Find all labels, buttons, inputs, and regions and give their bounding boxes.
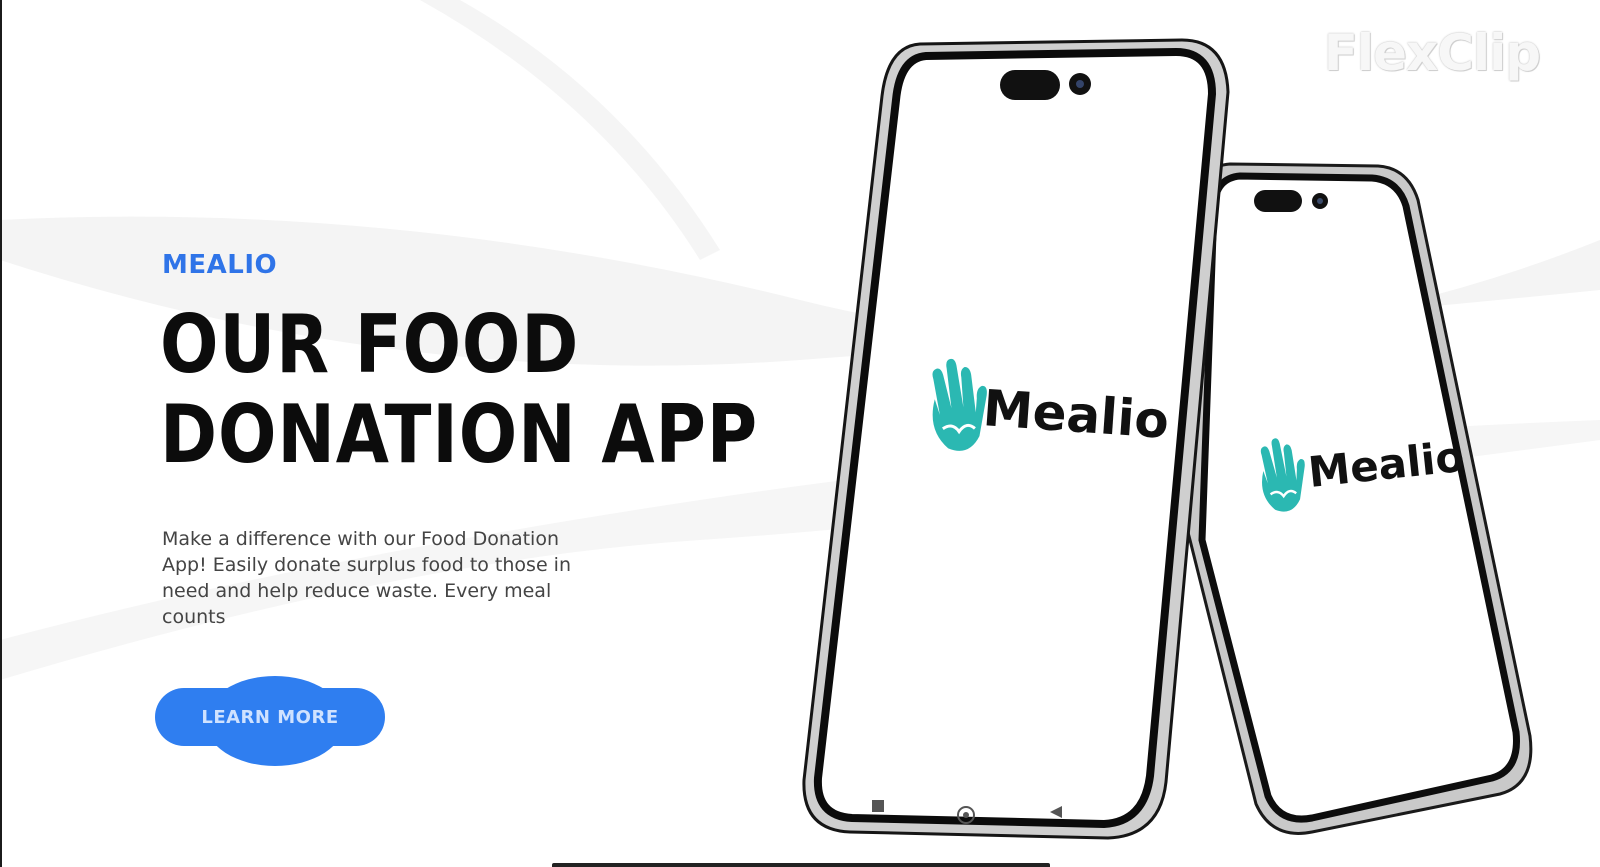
bottom-progress-bar <box>552 863 1050 867</box>
back-phone: Mealio <box>1184 162 1533 835</box>
front-phone-notch <box>1000 70 1060 100</box>
recent-apps-icon <box>872 800 884 812</box>
front-phone: Mealio <box>802 38 1230 840</box>
phone-mockups: Mealio Mealio <box>802 38 1533 840</box>
back-phone-notch <box>1254 190 1302 212</box>
